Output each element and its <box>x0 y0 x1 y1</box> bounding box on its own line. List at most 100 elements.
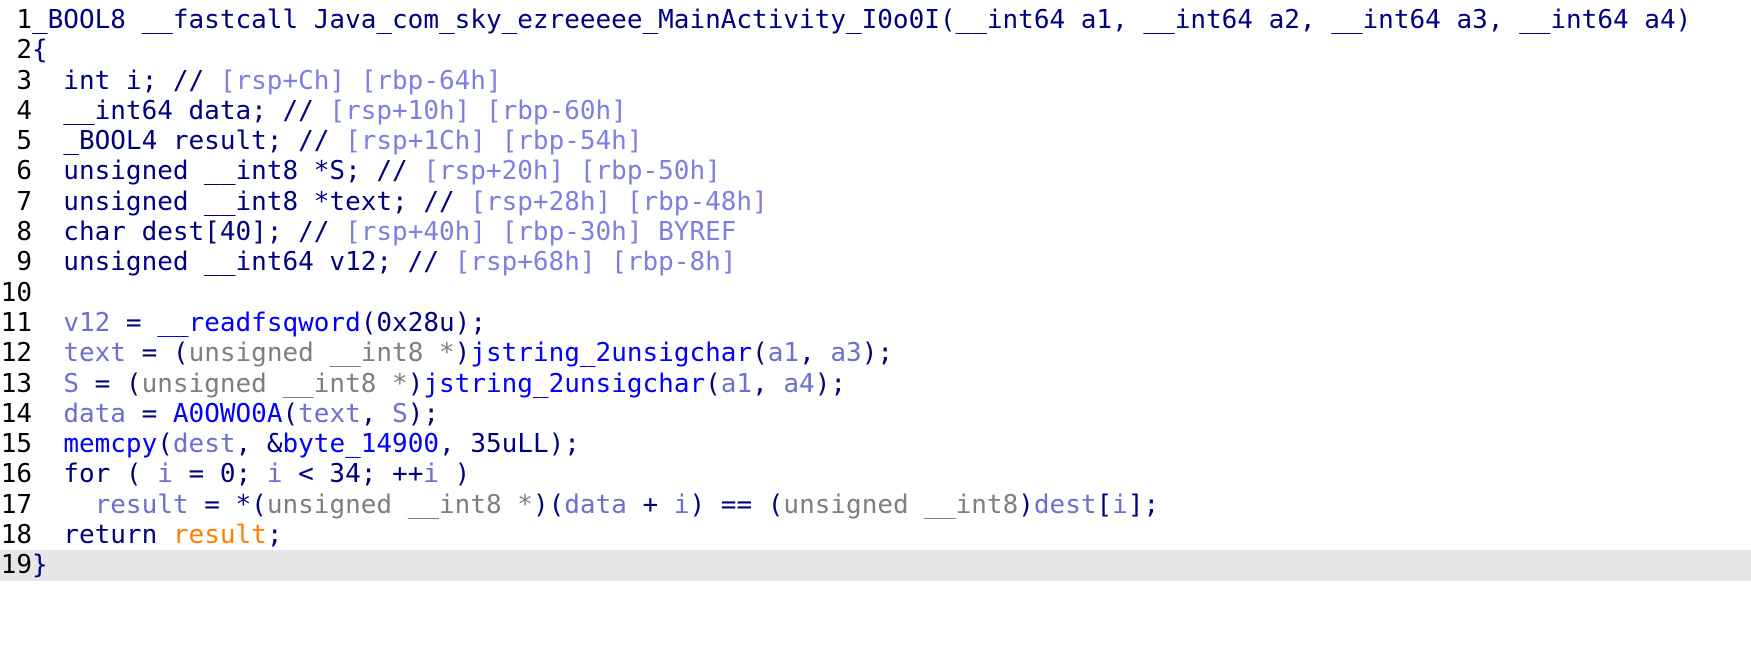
code-line[interactable]: 10 <box>0 278 1751 308</box>
code-token: ( <box>752 338 768 369</box>
code-token[interactable]: text <box>63 338 126 368</box>
code-text[interactable]: int i; // [rsp+Ch] [rbp-64h] <box>32 65 501 96</box>
code-token[interactable]: dest <box>173 429 236 459</box>
code-token: unsigned __int8 <box>783 489 1019 520</box>
code-token[interactable]: __readfsqword <box>157 308 361 338</box>
code-line[interactable]: 19} <box>0 550 1751 581</box>
code-token[interactable]: i <box>157 459 173 489</box>
code-text[interactable]: return result; <box>32 520 282 550</box>
code-token: [rsp+28h] [rbp-48h] <box>470 186 768 217</box>
code-token: , <box>752 368 784 399</box>
code-line[interactable]: 17 result = *(unsigned __int8 *)(data + … <box>0 490 1751 520</box>
code-token: < 34; ++ <box>282 459 424 490</box>
line-number: 7 <box>16 186 32 217</box>
code-line[interactable]: 8 char dest[40]; // [rsp+40h] [rbp-30h] … <box>0 217 1751 247</box>
code-line[interactable]: 13 S = (unsigned __int8 *)jstring_2unsig… <box>0 369 1751 399</box>
code-line[interactable]: 18 return result; <box>0 520 1751 550</box>
pseudocode-view[interactable]: 1_BOOL8 __fastcall Java_com_sky_ezreeeee… <box>0 5 1751 581</box>
code-token: ) <box>407 368 424 399</box>
code-token: , <box>360 398 393 429</box>
code-text[interactable]: _BOOL8 __fastcall Java_com_sky_ezreeeee_… <box>32 5 1691 35</box>
code-token: (0x28u); <box>360 307 486 338</box>
code-token: = ( <box>78 368 142 399</box>
code-token[interactable]: data <box>63 399 126 429</box>
code-token: return <box>32 520 173 551</box>
line-number: 8 <box>16 217 32 248</box>
code-text[interactable]: char dest[40]; // [rsp+40h] [rbp-30h] BY… <box>32 217 736 247</box>
code-token: _BOOL4 result; // <box>32 126 346 157</box>
code-token[interactable]: jstring_2unsigchar <box>423 369 705 399</box>
code-token: = 0; <box>172 459 267 490</box>
code-text[interactable]: data = A0OWO0A(text, S); <box>32 399 439 429</box>
code-token[interactable]: dest <box>1034 490 1097 520</box>
code-token[interactable]: i <box>267 459 283 489</box>
code-token: ( <box>705 368 721 399</box>
code-token[interactable]: i <box>1112 490 1128 520</box>
code-token[interactable]: result <box>173 520 267 550</box>
code-line[interactable]: 16 for ( i = 0; i < 34; ++i ) <box>0 459 1751 489</box>
code-token[interactable]: text <box>298 399 361 429</box>
code-text[interactable]: memcpy(dest, &byte_14900, 35uLL); <box>32 429 580 459</box>
code-token: [rsp+20h] [rbp-50h] <box>423 156 721 187</box>
code-text[interactable]: text = (unsigned __int8 *)jstring_2unsig… <box>32 338 893 368</box>
code-line[interactable]: 12 text = (unsigned __int8 *)jstring_2un… <box>0 338 1751 368</box>
code-token: ; <box>266 520 283 551</box>
code-line[interactable]: 5 _BOOL4 result; // [rsp+1Ch] [rbp-54h] <box>0 126 1751 156</box>
code-text[interactable]: for ( i = 0; i < 34; ++i ) <box>32 459 470 489</box>
code-token[interactable]: v12 <box>63 308 110 338</box>
code-line[interactable]: 6 unsigned __int8 *S; // [rsp+20h] [rbp-… <box>0 156 1751 186</box>
code-text[interactable]: __int64 data; // [rsp+10h] [rbp-60h] <box>32 96 627 126</box>
code-token: unsigned __int8 * <box>266 489 533 520</box>
code-token[interactable]: a3 <box>830 338 861 368</box>
code-line[interactable]: 3 int i; // [rsp+Ch] [rbp-64h] <box>0 66 1751 96</box>
code-token[interactable]: data <box>564 490 627 520</box>
code-line[interactable]: 11 v12 = __readfsqword(0x28u); <box>0 308 1751 338</box>
code-token: int i; // <box>32 65 220 96</box>
code-text[interactable]: } <box>32 550 48 580</box>
code-line[interactable]: 4 __int64 data; // [rsp+10h] [rbp-60h] <box>0 96 1751 126</box>
code-text[interactable]: _BOOL4 result; // [rsp+1Ch] [rbp-54h] <box>32 126 642 157</box>
line-number: 13 <box>0 368 32 399</box>
code-token[interactable]: byte_14900 <box>282 429 439 459</box>
code-token[interactable]: i <box>674 490 690 520</box>
code-text[interactable]: v12 = __readfsqword(0x28u); <box>32 308 486 338</box>
code-token: , & <box>235 429 283 460</box>
code-text[interactable]: unsigned __int8 *text; // [rsp+28h] [rbp… <box>32 186 768 217</box>
line-number: 12 <box>0 338 32 369</box>
code-token: ) <box>454 338 471 369</box>
code-token[interactable]: a1 <box>721 369 752 399</box>
code-token: ); <box>814 368 847 399</box>
code-text[interactable]: unsigned __int64 v12; // [rsp+68h] [rbp-… <box>32 247 736 277</box>
code-token: ) == ( <box>689 489 784 520</box>
code-text[interactable]: unsigned __int8 *S; // [rsp+20h] [rbp-50… <box>32 156 721 187</box>
code-token[interactable]: memcpy <box>63 429 157 459</box>
code-token[interactable]: S <box>392 399 408 429</box>
code-token: , <box>799 338 831 369</box>
code-token[interactable]: a1 <box>768 338 799 368</box>
code-token[interactable]: A0OWO0A <box>173 399 283 429</box>
code-text[interactable]: result = *(unsigned __int8 *)(data + i) … <box>32 489 1160 520</box>
code-token: = *( <box>188 489 267 520</box>
code-token[interactable]: i <box>423 459 439 489</box>
code-text[interactable]: S = (unsigned __int8 *)jstring_2unsigcha… <box>32 369 846 399</box>
code-line[interactable]: 9 unsigned __int64 v12; // [rsp+68h] [rb… <box>0 247 1751 277</box>
code-token[interactable]: a4 <box>783 369 814 399</box>
code-text[interactable]: { <box>32 35 48 65</box>
line-number: 18 <box>0 520 32 551</box>
code-token[interactable]: result <box>95 490 189 520</box>
code-line[interactable]: 2{ <box>0 35 1751 65</box>
line-number: 11 <box>0 307 32 338</box>
code-token: + <box>626 489 674 520</box>
code-token[interactable]: S <box>63 369 79 399</box>
code-line[interactable]: 15 memcpy(dest, &byte_14900, 35uLL); <box>0 429 1751 459</box>
code-line[interactable]: 7 unsigned __int8 *text; // [rsp+28h] [r… <box>0 187 1751 217</box>
line-number: 9 <box>16 247 32 278</box>
code-token[interactable]: jstring_2unsigchar <box>470 338 752 368</box>
code-line[interactable]: 14 data = A0OWO0A(text, S); <box>0 399 1751 429</box>
code-line[interactable]: 1_BOOL8 __fastcall Java_com_sky_ezreeeee… <box>0 5 1751 35</box>
